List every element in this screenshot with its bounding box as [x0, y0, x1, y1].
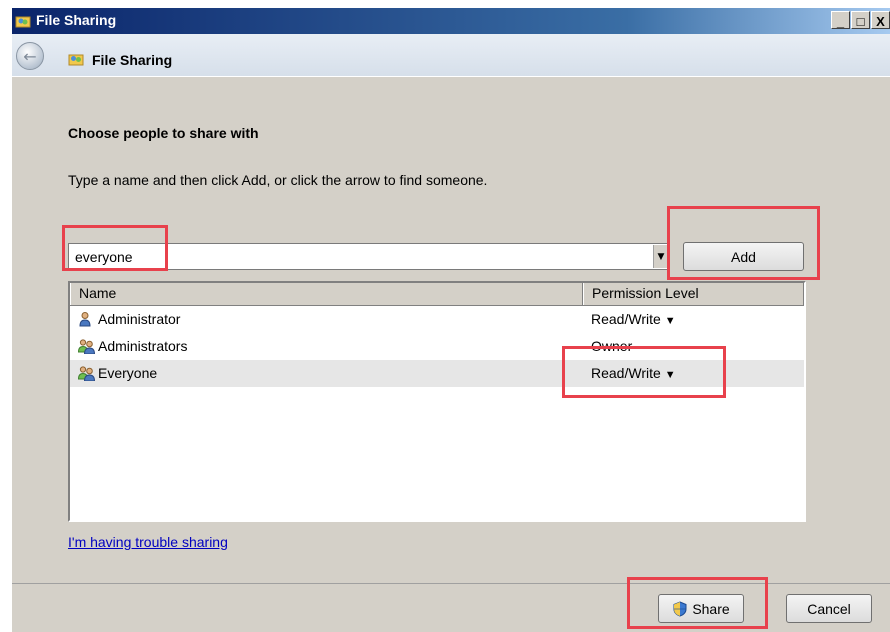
share-button[interactable]: Share — [658, 594, 744, 623]
window-title: File Sharing — [36, 12, 117, 28]
page-heading: Choose people to share with — [68, 125, 259, 141]
column-header-name[interactable]: Name — [70, 283, 583, 305]
permission-label: Read/Write — [591, 365, 661, 381]
dropdown-arrow-icon[interactable]: ▼ — [653, 245, 668, 268]
list-row[interactable]: Everyone Read/Write ▼ — [70, 360, 804, 387]
list-row[interactable]: Administrators Owner — [70, 333, 804, 360]
file-sharing-icon — [15, 16, 31, 28]
uac-shield-icon — [673, 600, 687, 617]
group-icon — [78, 339, 96, 354]
row-name: Administrator — [98, 311, 181, 327]
name-combobox[interactable]: ▼ — [68, 243, 670, 270]
back-arrow-icon: ← — [23, 46, 37, 66]
dropdown-arrow-icon: ▼ — [664, 369, 676, 381]
list-row[interactable]: Administrator Read/Write ▼ — [70, 306, 804, 333]
content-area: Choose people to share with Type a name … — [12, 76, 890, 584]
list-header: Name Permission Level — [70, 283, 804, 306]
permission-dropdown[interactable]: Read/Write ▼ — [591, 365, 676, 381]
minimize-button[interactable]: _ — [831, 11, 850, 29]
window-controls: _ □ X — [830, 11, 890, 31]
close-button[interactable]: X — [871, 11, 890, 29]
permission-label: Read/Write — [591, 311, 661, 327]
name-input[interactable] — [71, 245, 659, 268]
title-bar[interactable]: File Sharing _ □ X — [12, 8, 890, 34]
group-icon — [78, 366, 96, 381]
add-button[interactable]: Add — [683, 242, 804, 271]
permission-label: Owner — [591, 338, 633, 354]
column-header-permission[interactable]: Permission Level — [583, 283, 804, 305]
trouble-sharing-link[interactable]: I'm having trouble sharing — [68, 534, 228, 550]
permission-dropdown[interactable]: Read/Write ▼ — [591, 311, 676, 327]
sharing-list[interactable]: Name Permission Level Administrator Read… — [68, 281, 806, 522]
user-icon — [79, 312, 91, 327]
maximize-button[interactable]: □ — [851, 11, 870, 29]
users-share-icon — [68, 54, 84, 66]
row-name: Everyone — [98, 365, 158, 381]
back-button[interactable]: ← — [16, 42, 44, 70]
instruction-text: Type a name and then click Add, or click… — [68, 172, 488, 188]
nav-title: File Sharing — [92, 52, 173, 68]
share-label: Share — [692, 600, 730, 617]
navigation-bar: ← File Sharing — [12, 34, 890, 76]
cancel-button[interactable]: Cancel — [786, 594, 872, 623]
button-bar: Share Cancel — [12, 584, 890, 632]
file-sharing-window: File Sharing _ □ X ← File Sharing Choose… — [12, 8, 890, 632]
dropdown-arrow-icon: ▼ — [664, 315, 676, 327]
row-name: Administrators — [98, 338, 188, 354]
